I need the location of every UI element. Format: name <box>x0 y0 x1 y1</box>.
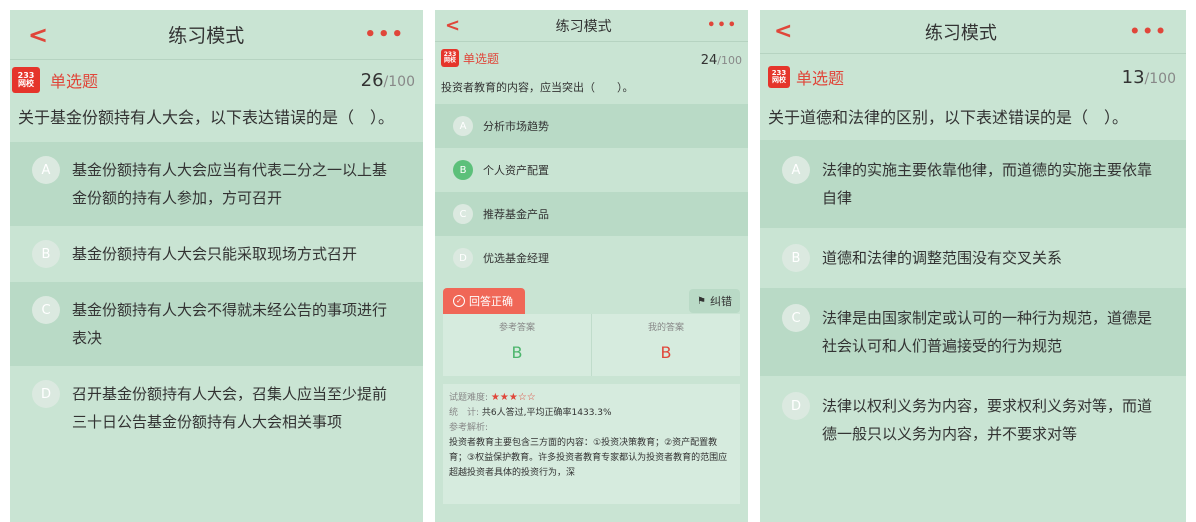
option-text: 法律以权利义务为内容，要求权利义务对等，而道德一般只以义务为内容，并不要求对等 <box>822 397 1153 443</box>
difficulty-stars: ★★★☆☆ <box>490 392 536 403</box>
question-panel-2: < 练习模式 ••• 233 网校 单选题 24/100 投资者教育的内容，应当突… <box>435 10 748 522</box>
brand-logo-icon: 233 网校 <box>441 49 459 67</box>
option-text: 分析市场趋势 <box>483 120 549 133</box>
option-text: 推荐基金产品 <box>483 208 549 221</box>
difficulty-row: 试题难度: ★★★☆☆ <box>449 392 536 403</box>
option-a[interactable]: A 基金份额持有人大会应当有代表二分之一以上基金份额的持有人参加，方可召开 <box>10 142 423 226</box>
option-text: 召开基金份额持有人大会，召集人应当至少提前三十日公告基金份额持有人大会相关事项 <box>72 385 388 431</box>
answer-result-header: ✓ 回答正确 ⚑ 纠错 <box>443 288 740 314</box>
question-type-label: 单选题 <box>463 51 500 66</box>
page-title: 练习模式 <box>555 18 612 35</box>
option-letter: A <box>32 156 60 184</box>
option-letter: A <box>453 116 473 136</box>
flag-icon: ⚑ <box>697 295 706 307</box>
option-d[interactable]: D 优选基金经理 <box>435 236 748 280</box>
option-text: 道德和法律的调整范围没有交叉关系 <box>822 249 1063 267</box>
question-counter: 24/100 <box>700 52 742 68</box>
top-bar: < 练习模式 ••• <box>10 10 423 60</box>
question-type-row: 233 网校 单选题 24/100 <box>435 42 748 74</box>
brand-logo-icon: 233 网校 <box>12 67 40 93</box>
report-error-button[interactable]: ⚑ 纠错 <box>689 289 740 313</box>
reference-answer: 参考答案 B <box>498 323 535 362</box>
my-answer: 我的答案 B <box>591 314 740 376</box>
option-a[interactable]: A 分析市场趋势 <box>435 104 748 148</box>
option-b[interactable]: B 个人资产配置 <box>435 148 748 192</box>
page-title: 练习模式 <box>924 22 997 44</box>
option-b[interactable]: B 道德和法律的调整范围没有交叉关系 <box>760 228 1186 288</box>
option-letter: D <box>453 248 473 268</box>
reference-answer-value: B <box>511 343 523 362</box>
option-text: 优选基金经理 <box>483 252 549 265</box>
option-text: 基金份额持有人大会应当有代表二分之一以上基金份额的持有人参加，方可召开 <box>72 161 388 207</box>
option-letter: B <box>782 244 810 272</box>
more-icon[interactable]: ••• <box>364 24 405 45</box>
option-letter: D <box>782 392 810 420</box>
option-text: 基金份额持有人大会只能采取现场方式召开 <box>72 245 358 263</box>
option-letter: D <box>32 380 60 408</box>
option-c[interactable]: C 法律是由国家制定或认可的一种行为规范，道德是社会认可和人们普遍接受的行为规范 <box>760 288 1186 376</box>
question-panel-1: < 练习模式 ••• 233 网校 单选题 26/100 关于基金份额持有人大会，… <box>10 10 423 522</box>
answer-result-box: ✓ 回答正确 ⚑ 纠错 参考答案 B 我的答案 B <box>443 288 740 376</box>
question-type-label: 单选题 <box>796 69 845 88</box>
option-letter: C <box>453 204 473 224</box>
option-text: 基金份额持有人大会不得就未经公告的事项进行表决 <box>72 301 388 347</box>
stats-row: 统 计: 共6人答过,平均正确率1433.3% <box>449 408 612 418</box>
option-text: 法律是由国家制定或认可的一种行为规范，道德是社会认可和人们普遍接受的行为规范 <box>822 309 1153 355</box>
analysis-section: 试题难度: ★★★☆☆ 统 计: 共6人答过,平均正确率1433.3% 参考解析… <box>443 384 740 504</box>
analysis-label: 参考解析: <box>449 423 489 433</box>
top-bar: < 练习模式 ••• <box>760 10 1186 54</box>
my-answer-value: B <box>660 343 672 362</box>
top-bar: < 练习模式 ••• <box>435 10 748 42</box>
option-c[interactable]: C 推荐基金产品 <box>435 192 748 236</box>
question-text: 关于道德和法律的区别，以下表述错误的是（ ）。 <box>768 108 1129 127</box>
question-type-row: 233 网校 单选题 26/100 <box>10 60 423 100</box>
option-b[interactable]: B 基金份额持有人大会只能采取现场方式召开 <box>10 226 423 282</box>
question-panel-3: < 练习模式 ••• 233 网校 单选题 13/100 关于道德和法律的区别，以… <box>760 10 1186 522</box>
option-letter: B <box>32 240 60 268</box>
analysis-text: 投资者教育主要包含三方面的内容：①投资决策教育；②资产配置教育；③权益保护教育。… <box>449 438 728 478</box>
more-icon[interactable]: ••• <box>707 18 738 33</box>
check-circle-icon: ✓ <box>453 295 465 307</box>
option-text: 个人资产配置 <box>483 164 549 177</box>
option-text: 法律的实施主要依靠他律，而道德的实施主要依靠自律 <box>822 161 1153 207</box>
question-type-label: 单选题 <box>50 72 99 91</box>
option-d[interactable]: D 召开基金份额持有人大会，召集人应当至少提前三十日公告基金份额持有人大会相关事… <box>10 366 423 450</box>
question-text: 关于基金份额持有人大会，以下表达错误的是（ ）。 <box>18 108 395 127</box>
page-title: 练习模式 <box>168 25 245 47</box>
question-counter: 26/100 <box>360 69 415 91</box>
option-letter: C <box>32 296 60 324</box>
chevron-left-icon[interactable]: < <box>445 15 460 36</box>
question-text: 投资者教育的内容，应当突出（ ）。 <box>441 81 634 94</box>
question-counter: 13/100 <box>1121 66 1176 88</box>
chevron-left-icon[interactable]: < <box>774 19 792 44</box>
option-letter: A <box>782 156 810 184</box>
chevron-left-icon[interactable]: < <box>28 21 48 49</box>
option-a[interactable]: A 法律的实施主要依靠他律，而道德的实施主要依靠自律 <box>760 140 1186 228</box>
option-c[interactable]: C 基金份额持有人大会不得就未经公告的事项进行表决 <box>10 282 423 366</box>
option-letter: C <box>782 304 810 332</box>
option-d[interactable]: D 法律以权利义务为内容，要求权利义务对等，而道德一般只以义务为内容，并不要求对… <box>760 376 1186 464</box>
more-icon[interactable]: ••• <box>1129 22 1168 42</box>
answer-correct-badge: ✓ 回答正确 <box>443 288 525 314</box>
option-letter-selected: B <box>453 160 473 180</box>
brand-logo-icon: 233 网校 <box>768 66 790 88</box>
question-type-row: 233 网校 单选题 13/100 <box>760 54 1186 100</box>
